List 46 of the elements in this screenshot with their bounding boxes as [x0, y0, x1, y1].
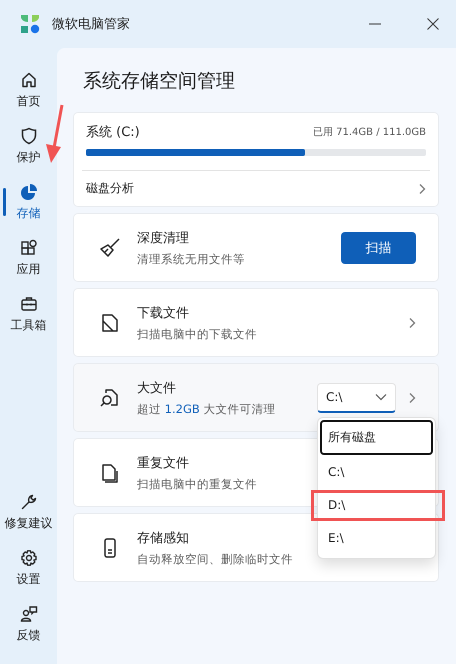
- card-title: 大文件: [137, 380, 176, 396]
- card-title: 重复文件: [137, 454, 189, 472]
- feedback-icon: [20, 604, 38, 622]
- card-title: 下载文件: [137, 304, 189, 322]
- pie-chart-icon: [20, 182, 38, 200]
- card-subtitle: 扫描电脑中的重复文件: [137, 476, 257, 492]
- broom-icon: [99, 236, 121, 258]
- sidebar-item[interactable]: 应用: [0, 230, 57, 286]
- sidebar-item[interactable]: 修复建议: [0, 484, 57, 540]
- sidebar-item[interactable]: 存储: [0, 174, 57, 230]
- sidebar-item[interactable]: 工具箱: [0, 286, 57, 342]
- file-search-icon: [99, 386, 121, 408]
- chevron-right-icon[interactable]: [408, 392, 416, 404]
- card-subtitle: 清理系统无用文件等: [137, 252, 245, 266]
- disk-name: 系统 (C:): [86, 124, 140, 141]
- chevron-right-icon[interactable]: [408, 316, 416, 328]
- sidebar-item[interactable]: 首页: [0, 62, 57, 118]
- page-title: 系统存储空间管理: [83, 69, 236, 94]
- sidebar-item[interactable]: 保护: [0, 118, 57, 174]
- menu-item[interactable]: 所有磁盘: [320, 420, 433, 454]
- scan-button[interactable]: 扫描: [341, 232, 416, 264]
- sidebar-item[interactable]: 反馈: [0, 596, 57, 652]
- close-icon: [427, 18, 439, 30]
- card-title: 存储感知: [137, 530, 189, 546]
- home-icon: [20, 70, 38, 88]
- apps-icon: [20, 238, 38, 256]
- drive-dropdown[interactable]: C:\: [317, 382, 396, 412]
- wrench-icon: [20, 492, 38, 510]
- disk-analysis-link[interactable]: 磁盘分析: [86, 180, 134, 197]
- feature-card[interactable]: 深度清理 清理系统无用文件等 扫描: [73, 213, 439, 282]
- menu-item[interactable]: E:\: [320, 520, 433, 556]
- shield-icon: [20, 126, 38, 144]
- settings-icon: [20, 548, 38, 566]
- pointer-arrow: [44, 104, 64, 164]
- card-subtitle: 超过 1.2GB 大文件可清理: [137, 402, 276, 416]
- card-subtitle: 扫描电脑中的下载文件: [137, 326, 257, 342]
- toolbox-icon: [20, 294, 38, 312]
- chevron-down-icon: [375, 393, 387, 401]
- card-title: 深度清理: [137, 230, 189, 246]
- app-logo-icon: [20, 14, 40, 34]
- chevron-right-icon[interactable]: [418, 182, 426, 194]
- sidebar-item[interactable]: 设置: [0, 540, 57, 596]
- menu-item[interactable]: C:\: [320, 454, 433, 490]
- window-title: 微软电脑管家: [52, 16, 130, 33]
- feature-card[interactable]: 下载文件 扫描电脑中的下载文件: [73, 288, 439, 357]
- disk-usage: 已用 71.4GB / 111.0GB: [312, 126, 426, 139]
